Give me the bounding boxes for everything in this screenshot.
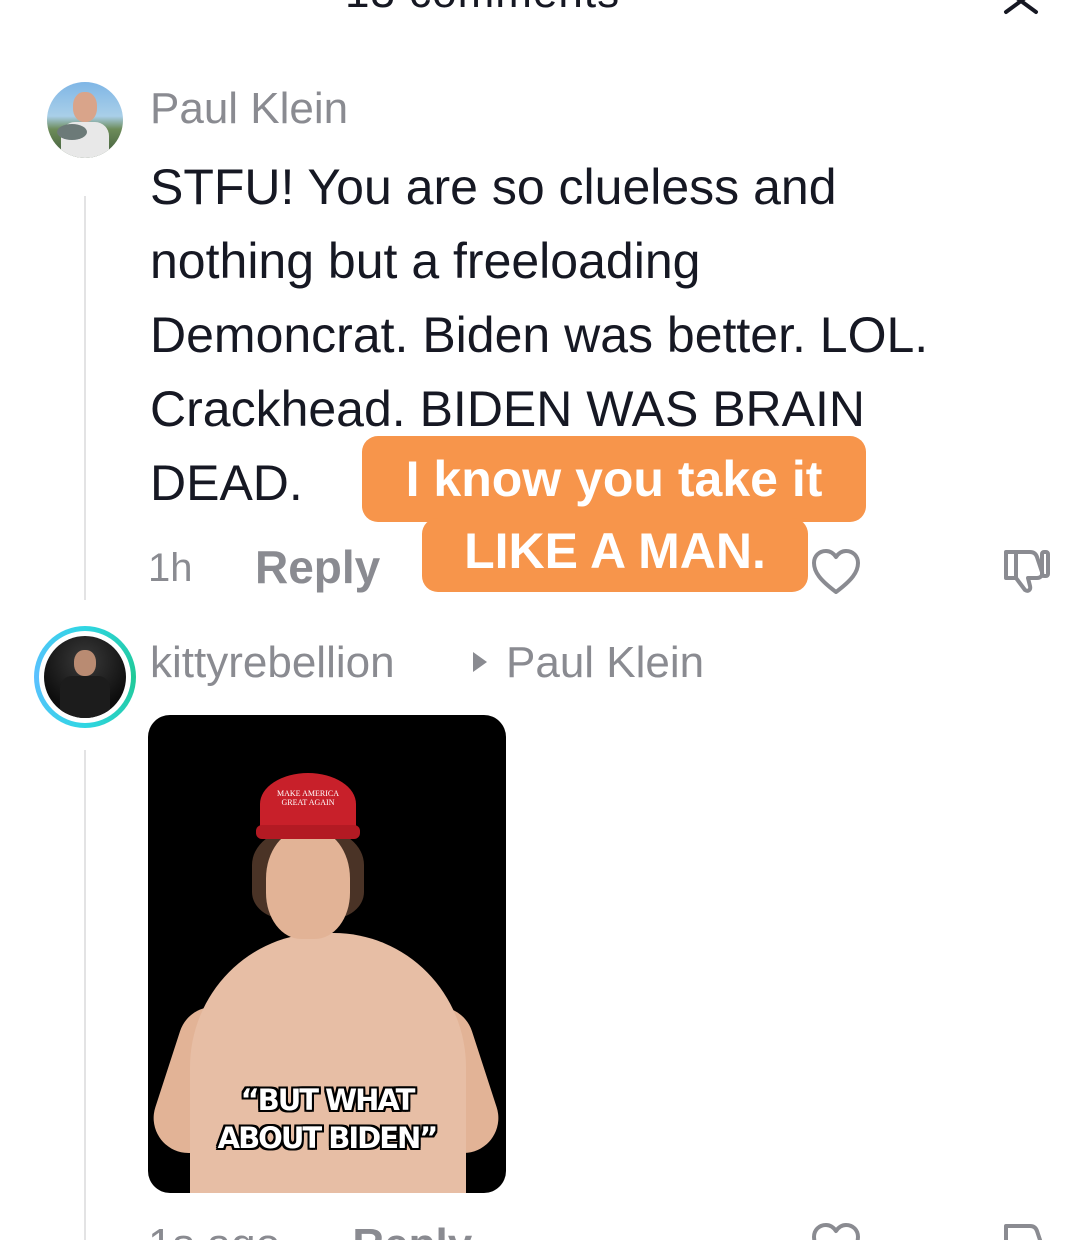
reply-meta-cutoff: 1s ago Reply bbox=[148, 1220, 472, 1240]
heart-icon[interactable] bbox=[810, 1222, 862, 1240]
comment-text-line: Demoncrat. Biden was better. LOL. bbox=[150, 307, 929, 363]
avatar-paul-klein[interactable] bbox=[47, 82, 123, 158]
comments-count-title: 13 comments bbox=[345, 0, 620, 18]
reply-button[interactable]: Reply bbox=[352, 1220, 472, 1240]
close-icon[interactable] bbox=[1000, 0, 1040, 20]
meme-image[interactable]: MAKE AMERICA GREAT AGAIN “BUT WHAT ABOUT… bbox=[148, 715, 506, 1193]
comment-text-line: Crackhead. BIDEN WAS BRAIN bbox=[150, 381, 866, 437]
comments-header: 13 comments bbox=[0, 0, 1080, 40]
reply-arrow-icon bbox=[473, 652, 487, 672]
meme-hat-text: MAKE AMERICA GREAT AGAIN bbox=[276, 789, 339, 807]
comment-timestamp: 1h bbox=[148, 546, 193, 590]
reply-timestamp: 1s ago bbox=[148, 1220, 280, 1240]
reply-to-username[interactable]: Paul Klein bbox=[506, 638, 704, 688]
meme-caption-line: ABOUT BIDEN” bbox=[217, 1121, 439, 1155]
reply-button[interactable]: Reply bbox=[255, 540, 380, 594]
comment-username[interactable]: Paul Klein bbox=[150, 84, 348, 134]
thread-line bbox=[84, 750, 86, 1240]
heart-icon[interactable] bbox=[810, 548, 862, 596]
comment-text-line: STFU! You are so clueless and bbox=[150, 159, 837, 215]
overlay-caption-line-2: LIKE A MAN. bbox=[422, 518, 808, 592]
avatar-kittyrebellion[interactable] bbox=[44, 636, 126, 718]
reply-username[interactable]: kittyrebellion bbox=[150, 638, 395, 688]
meme-caption: “BUT WHAT ABOUT BIDEN” bbox=[188, 1081, 466, 1157]
dislike-icon[interactable] bbox=[1000, 1220, 1052, 1240]
dislike-icon[interactable] bbox=[1000, 546, 1052, 594]
overlay-caption-line-1: I know you take it bbox=[362, 436, 866, 522]
comment-text-line: nothing but a freeloading bbox=[150, 233, 701, 289]
meme-caption-line: “BUT WHAT bbox=[240, 1083, 416, 1117]
thread-line bbox=[84, 196, 86, 600]
